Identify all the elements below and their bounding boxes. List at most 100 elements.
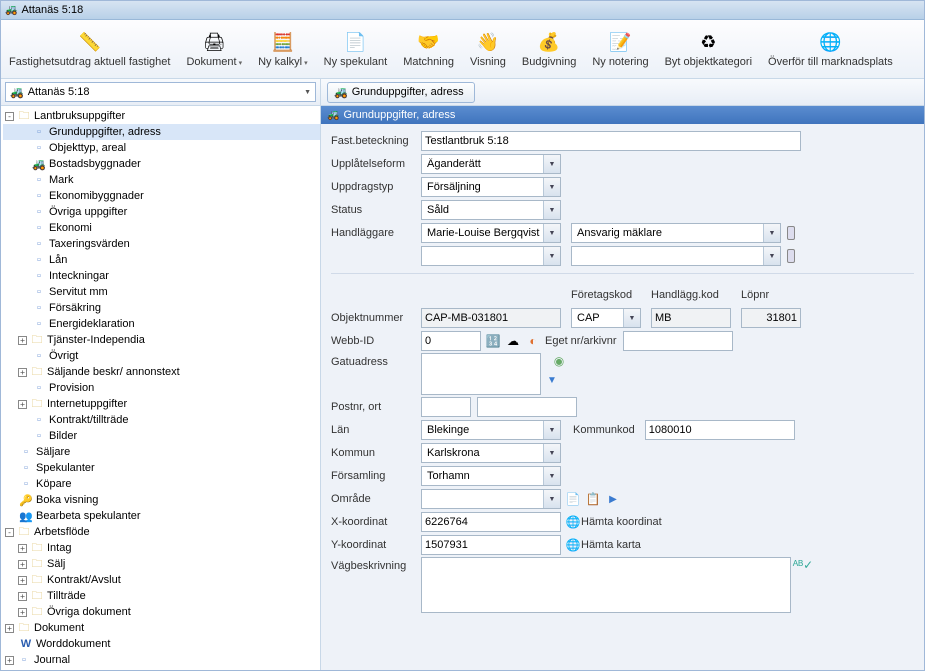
breadcrumb[interactable]: 🚜 Attanäs 5:18 ▼ <box>5 82 316 102</box>
toolbar--verf-r-till-marknadsplats[interactable]: 🌐 Överför till marknadsplats <box>760 20 901 78</box>
forsamling-combo[interactable]: Torhamn ▼ <box>421 466 561 486</box>
tree-item[interactable]: ▫Ekonomibyggnader <box>3 188 320 204</box>
gatuadress-input[interactable] <box>421 353 541 395</box>
tree-item[interactable]: -🗀Lantbruksuppgifter <box>3 108 320 124</box>
tree-item[interactable]: ▫Övriga uppgifter <box>3 204 320 220</box>
webbid-input[interactable] <box>421 331 481 351</box>
tree-item[interactable]: ▫Servitut mm <box>3 284 320 300</box>
tree-item[interactable]: +🗀Övriga dokument <box>3 604 320 620</box>
tree-item[interactable]: +🗀Internetuppgifter <box>3 396 320 412</box>
tree-toggle[interactable]: - <box>5 112 14 121</box>
cloud-icon[interactable]: ☁ <box>505 333 521 349</box>
lan-combo[interactable]: Blekinge ▼ <box>421 420 561 440</box>
toolbar-budgivning[interactable]: 💰 Budgivning <box>514 20 584 78</box>
toolbar-ny-spekulant[interactable]: 📄 Ny spekulant <box>316 20 396 78</box>
ansvarig-combo[interactable]: Ansvarig mäklare ▼ <box>571 223 781 243</box>
tree-item[interactable]: ▫Objekttyp, areal <box>3 140 320 156</box>
ykoord-input[interactable] <box>421 535 561 555</box>
tree-item[interactable]: ▫Grunduppgifter, adress <box>3 124 320 140</box>
expand-down-icon[interactable]: ▼ <box>547 375 567 386</box>
toolbar-matchning[interactable]: 🤝 Matchning <box>395 20 462 78</box>
toolbar-fastighetsutdrag-aktuell-fastighet[interactable]: 📏 Fastighetsutdrag aktuell fastighet <box>1 20 178 78</box>
tree-item[interactable]: WWorddokument <box>3 636 320 652</box>
new-icon[interactable]: 📄 <box>565 491 581 507</box>
arrow-right-icon[interactable]: ▶ <box>605 491 621 507</box>
tree-item[interactable]: ▫Spekulanter <box>3 460 320 476</box>
handlaggare-combo[interactable]: Marie-Louise Bergqvist ▼ <box>421 223 561 243</box>
tree-toggle[interactable]: + <box>5 656 14 665</box>
tree-item[interactable]: +🗀Tillträde <box>3 588 320 604</box>
tree-item[interactable]: +🗀Säljande beskr/ annonstext <box>3 364 320 380</box>
tree-toggle[interactable]: + <box>5 624 14 633</box>
uppdragstyp-combo[interactable]: Försäljning ▼ <box>421 177 561 197</box>
tree-item[interactable]: ▫Provision <box>3 380 320 396</box>
copy-icon[interactable]: 📋 <box>585 491 601 507</box>
toolbar-dokument[interactable]: 🖨 Dokument▾ <box>178 20 250 78</box>
page-icon: ▫ <box>31 286 47 298</box>
folder-icon: 🗀 <box>16 619 32 638</box>
tree-item[interactable]: ▫Bilder <box>3 428 320 444</box>
navigation-tree[interactable]: -🗀Lantbruksuppgifter▫Grunduppgifter, adr… <box>1 106 320 670</box>
tree-item[interactable]: ▫Övrigt <box>3 348 320 364</box>
tree-item[interactable]: ▫Lån <box>3 252 320 268</box>
tree-item[interactable]: ▫Energideklaration <box>3 316 320 332</box>
globe-icon[interactable]: 🌐 <box>565 514 581 530</box>
tree-item[interactable]: +▫Journal <box>3 652 320 668</box>
tree-item[interactable]: ▫Inteckningar <box>3 268 320 284</box>
spellcheck-icon[interactable]: ᴬᴮ✓ <box>795 557 811 573</box>
tree-toggle[interactable]: - <box>5 528 14 537</box>
tree-toggle[interactable]: + <box>18 608 27 617</box>
tree-item[interactable]: ▫Kontrakt/tillträde <box>3 412 320 428</box>
tree-item[interactable]: ▫Köpare <box>3 476 320 492</box>
kommunkod-input[interactable] <box>645 420 795 440</box>
hamta-koordinat-link[interactable]: Hämta koordinat <box>581 516 662 528</box>
tree-item[interactable]: ▫Försäkring <box>3 300 320 316</box>
ansvarig2-combo[interactable]: ▼ <box>571 246 781 266</box>
tree-item[interactable]: +🗀Kontrakt/Avslut <box>3 572 320 588</box>
tree-item[interactable]: 🚜Bostadsbyggnader <box>3 156 320 172</box>
tree-toggle[interactable]: + <box>18 560 27 569</box>
omrade-combo[interactable]: ▼ <box>421 489 561 509</box>
tree-item[interactable]: +🗀Tjänster-Independia <box>3 332 320 348</box>
tree-toggle[interactable]: + <box>18 576 27 585</box>
toolbar-visning[interactable]: 👋 Visning <box>462 20 514 78</box>
status-combo[interactable]: Såld ▼ <box>421 200 561 220</box>
tree-item[interactable]: +🗀Dokument <box>3 620 320 636</box>
foretagskod-combo[interactable]: CAP ▼ <box>571 308 641 328</box>
handlaggare2-combo[interactable]: ▼ <box>421 246 561 266</box>
pie-icon[interactable]: ◐ <box>525 333 541 349</box>
fastbeteckning-label: Fast.beteckning <box>331 135 421 147</box>
tree-item[interactable]: +🗀Intag <box>3 540 320 556</box>
tree-item[interactable]: +🗀Sälj <box>3 556 320 572</box>
ort-input[interactable] <box>477 397 577 417</box>
egetnr-input[interactable] <box>623 331 733 351</box>
tree-item[interactable]: ▫Ekonomi <box>3 220 320 236</box>
tree-item[interactable]: 🔑Boka visning <box>3 492 320 508</box>
globe-icon[interactable]: ◉ <box>551 353 567 369</box>
tree-toggle[interactable]: + <box>18 336 27 345</box>
postnr-input[interactable] <box>421 397 471 417</box>
tree-item[interactable]: -🗀Arbetsflöde <box>3 524 320 540</box>
tree-toggle[interactable]: + <box>18 368 27 377</box>
tab-grunduppgifter[interactable]: 🚜 Grunduppgifter, adress <box>327 82 475 103</box>
tree-item[interactable]: ▫Säljare <box>3 444 320 460</box>
globe-icon[interactable]: 🌐 <box>565 537 581 553</box>
tree-item[interactable]: ▫Mark <box>3 172 320 188</box>
tree-toggle[interactable]: + <box>18 544 27 553</box>
mobile-icon[interactable] <box>787 249 795 263</box>
xkoord-input[interactable] <box>421 512 561 532</box>
toolbar-ny-kalkyl[interactable]: 🧮 Ny kalkyl▾ <box>250 20 316 78</box>
number-icon[interactable]: 🔢 <box>485 333 501 349</box>
mobile-icon[interactable] <box>787 226 795 240</box>
toolbar-byt-objektkategori[interactable]: ♻ Byt objektkategori <box>657 20 760 78</box>
tree-toggle[interactable]: + <box>18 400 27 409</box>
toolbar-ny-notering[interactable]: 📝 Ny notering <box>584 20 656 78</box>
tree-item[interactable]: 👥Bearbeta spekulanter <box>3 508 320 524</box>
kommun-combo[interactable]: Karlskrona ▼ <box>421 443 561 463</box>
upplatelseform-combo[interactable]: Äganderätt ▼ <box>421 154 561 174</box>
fastbeteckning-input[interactable] <box>421 131 801 151</box>
vagbeskrivning-input[interactable] <box>421 557 791 613</box>
tree-toggle[interactable]: + <box>18 592 27 601</box>
hamta-karta-link[interactable]: Hämta karta <box>581 539 641 551</box>
tree-item[interactable]: ▫Taxeringsvärden <box>3 236 320 252</box>
